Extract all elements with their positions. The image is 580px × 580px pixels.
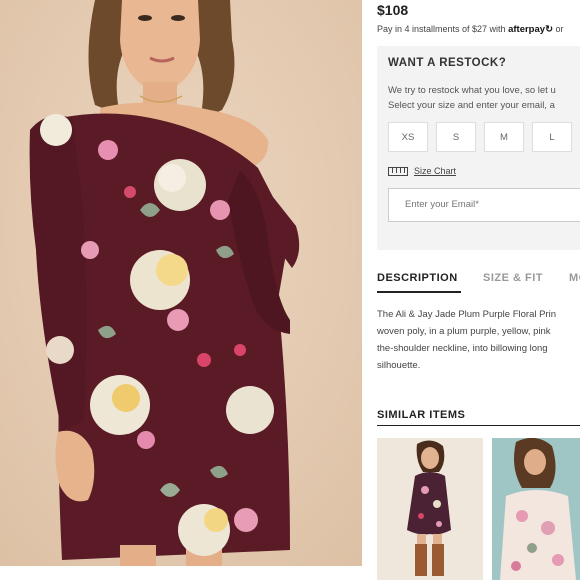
tab-size-fit[interactable]: SIZE & FIT — [483, 272, 543, 284]
size-xs-button[interactable]: XS — [388, 122, 428, 152]
restock-panel: WANT A RESTOCK? We try to restock what y… — [377, 46, 580, 250]
installments-or: or — [555, 24, 564, 34]
ruler-icon — [388, 166, 408, 176]
installments-info: Pay in 4 installments of $27 with afterp… — [377, 24, 564, 35]
similar-item-2-image — [492, 438, 580, 580]
restock-line-2: Select your size and enter your email, a — [388, 100, 555, 111]
similar-items-title: SIMILAR ITEMS — [377, 409, 466, 421]
size-m-button[interactable]: M — [484, 122, 524, 152]
price: $108 — [377, 2, 409, 18]
size-s-button[interactable]: S — [436, 122, 476, 152]
size-chart-link[interactable]: Size Chart — [388, 166, 456, 176]
similar-item-2[interactable] — [492, 438, 580, 580]
installments-text: Pay in 4 installments of $27 with — [377, 24, 506, 34]
description-line: The Ali & Jay Jade Plum Purple Floral Pr… — [377, 309, 556, 320]
restock-title: WANT A RESTOCK? — [388, 57, 507, 69]
description-line: the-shoulder neckline, into billowing lo… — [377, 343, 548, 354]
afterpay-logo[interactable]: afterpay↻ — [508, 24, 553, 35]
description-line: woven poly, in a plum purple, yellow, pi… — [377, 326, 551, 337]
size-chart-label: Size Chart — [414, 166, 457, 176]
similar-divider — [377, 425, 580, 426]
description-line: silhouette. — [377, 360, 421, 371]
size-l-button[interactable]: L — [532, 122, 572, 152]
product-illustration — [0, 0, 362, 566]
product-details: $108 Pay in 4 installments of $27 with a… — [362, 0, 580, 580]
email-field[interactable] — [388, 188, 580, 222]
restock-line-1: We try to restock what you love, so let … — [388, 85, 556, 96]
product-description: The Ali & Jay Jade Plum Purple Floral Pr… — [377, 306, 580, 374]
product-tabs: DESCRIPTION SIZE & FIT MO — [377, 272, 580, 294]
tab-description[interactable]: DESCRIPTION — [377, 272, 458, 284]
active-tab-indicator — [377, 291, 461, 293]
tab-more[interactable]: MO — [569, 272, 580, 284]
similar-item-1-image — [377, 438, 483, 580]
similar-item-1[interactable] — [377, 438, 483, 580]
email-input[interactable] — [403, 198, 580, 211]
restock-message: We try to restock what you love, so let … — [388, 83, 580, 113]
product-photo — [0, 0, 362, 566]
